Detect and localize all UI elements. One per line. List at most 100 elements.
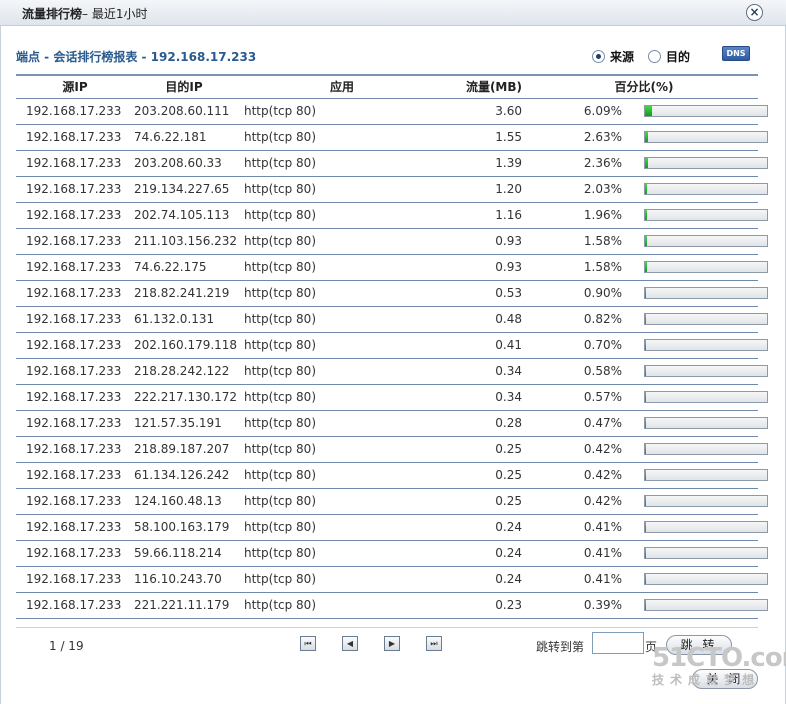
percent-bar [644,235,768,247]
cell-application: http(tcp 80) [234,358,440,385]
cell-traffic: 3.60 [440,98,530,125]
last-page-icon[interactable]: ⏭ [426,636,442,651]
column-header-traffic[interactable]: 流量(MB) [440,76,530,99]
column-header-percent[interactable]: 百分比(%) [530,76,758,99]
table-row[interactable]: 192.168.17.233 218.89.187.207 http(tcp 80)… [16,436,768,463]
cell-traffic: 0.25 [440,462,530,489]
cell-destination-ip: 58.100.163.179 [124,514,234,541]
radio-destination[interactable] [648,50,662,63]
table-row[interactable]: 192.168.17.233 124.160.48.13 http(tcp 80) 0… [16,488,768,515]
cell-traffic: 1.20 [440,176,530,203]
cell-traffic: 0.24 [440,514,530,541]
cell-percent-bar [644,436,768,463]
percent-bar [644,547,768,559]
percent-bar [644,313,768,325]
dns-button[interactable]: DNS [722,46,750,61]
table-row[interactable]: 192.168.17.233 121.57.35.191 http(tcp 80) 0… [16,410,768,437]
radio-source[interactable] [592,50,605,63]
table-row[interactable]: 192.168.17.233 202.160.179.118 http(tcp 80… [16,332,768,359]
cell-percent: 2.03% [530,176,644,203]
cell-destination-ip: 116.10.243.70 [124,566,234,593]
cell-percent-bar [644,592,768,619]
table-row[interactable]: 192.168.17.233 74.6.22.175 http(tcp 80) 0.9… [16,254,768,281]
table-row[interactable]: 192.168.17.233 59.66.118.214 http(tcp 80) 0… [16,540,768,567]
cell-percent-bar [644,332,768,359]
cell-traffic: 0.25 [440,436,530,463]
cell-source-ip: 192.168.17.233 [16,592,124,619]
cell-percent: 0.90% [530,280,644,307]
next-page-icon[interactable]: ▶ [384,636,400,651]
cell-application: http(tcp 80) [234,98,440,125]
cell-source-ip: 192.168.17.233 [16,228,124,255]
radio-destination-label[interactable]: 目的 [666,48,690,65]
cell-application: http(tcp 80) [234,540,440,567]
session-table-wrapper: 源IP 目的IP 应用 流量(MB) 百分比(%) 192.168.17.233… [16,74,768,619]
table-row[interactable]: 192.168.17.233 203.208.60.111 http(tcp 80)… [16,98,768,125]
cell-source-ip: 192.168.17.233 [16,540,124,567]
cell-destination-ip: 202.74.105.113 [124,202,234,229]
percent-bar-fill [645,444,647,454]
watermark-brand: 51CTO.com [652,643,786,673]
cell-percent: 0.41% [530,514,644,541]
cell-source-ip: 192.168.17.233 [16,384,124,411]
direction-radio-group: 来源 目的 [592,48,704,65]
cell-percent: 6.09% [530,98,644,125]
table-header-row: 源IP 目的IP 应用 流量(MB) 百分比(%) [16,76,758,99]
cell-percent: 0.70% [530,332,644,359]
cell-traffic: 0.53 [440,280,530,307]
radio-source-label[interactable]: 来源 [610,48,634,65]
first-page-icon[interactable]: ⏮ [300,636,316,651]
jump-page-input[interactable] [592,632,644,654]
cell-application: http(tcp 80) [234,228,440,255]
cell-traffic: 0.93 [440,228,530,255]
percent-bar [644,261,768,273]
cell-source-ip: 192.168.17.233 [16,150,124,177]
cell-traffic: 0.93 [440,254,530,281]
close-window-icon[interactable]: × [746,4,763,21]
session-table: 源IP 目的IP 应用 流量(MB) 百分比(%) 192.168.17.233… [16,76,768,619]
column-header-destination-ip[interactable]: 目的IP [124,76,234,99]
cell-destination-ip: 61.132.0.131 [124,306,234,333]
cell-application: http(tcp 80) [234,332,440,359]
table-row[interactable]: 192.168.17.233 222.217.130.172 http(tcp 80… [16,384,768,411]
cell-source-ip: 192.168.17.233 [16,358,124,385]
column-header-application[interactable]: 应用 [234,76,440,99]
cell-destination-ip: 222.217.130.172 [124,384,237,411]
page-indicator: 1 / 19 [49,639,84,653]
percent-bar-fill [645,288,647,298]
cell-application: http(tcp 80) [234,410,440,437]
cell-application: http(tcp 80) [234,202,440,229]
cell-percent-bar [644,540,768,567]
percent-bar-fill [645,600,647,610]
title-bar: 流量排行榜– 最近1小时 × [0,0,786,26]
cell-percent: 1.96% [530,202,644,229]
cell-destination-ip: 61.134.126.242 [124,462,234,489]
table-row[interactable]: 192.168.17.233 202.74.105.113 http(tcp 80)… [16,202,768,229]
table-row[interactable]: 192.168.17.233 61.134.126.242 http(tcp 80)… [16,462,768,489]
cell-traffic: 0.28 [440,410,530,437]
table-row[interactable]: 192.168.17.233 218.82.241.219 http(tcp 80)… [16,280,768,307]
cell-destination-ip: 203.208.60.111 [124,98,234,125]
percent-bar-fill [645,132,649,142]
cell-source-ip: 192.168.17.233 [16,202,124,229]
cell-source-ip: 192.168.17.233 [16,306,124,333]
previous-page-icon[interactable]: ◀ [342,636,358,651]
cell-percent: 0.41% [530,566,644,593]
cell-destination-ip: 202.160.179.118 [124,332,237,359]
table-row[interactable]: 192.168.17.233 211.103.156.232 http(tcp 80… [16,228,768,255]
percent-bar [644,131,768,143]
table-row[interactable]: 192.168.17.233 58.100.163.179 http(tcp 80)… [16,514,768,541]
table-row[interactable]: 192.168.17.233 219.134.227.65 http(tcp 80)… [16,176,768,203]
cell-percent-bar [644,280,768,307]
table-row[interactable]: 192.168.17.233 116.10.243.70 http(tcp 80) 0… [16,566,768,593]
table-row[interactable]: 192.168.17.233 74.6.22.181 http(tcp 80) 1.5… [16,124,768,151]
percent-bar [644,157,768,169]
cell-percent-bar [644,228,768,255]
column-header-source-ip[interactable]: 源IP [16,76,124,99]
table-row[interactable]: 192.168.17.233 61.132.0.131 http(tcp 80) 0.… [16,306,768,333]
window-title-main: 流量排行榜 [22,7,83,21]
cell-percent-bar [644,358,768,385]
table-row[interactable]: 192.168.17.233 221.221.11.179 http(tcp 80)… [16,592,768,619]
table-row[interactable]: 192.168.17.233 218.28.242.122 http(tcp 80)… [16,358,768,385]
table-row[interactable]: 192.168.17.233 203.208.60.33 http(tcp 80) 1… [16,150,768,177]
